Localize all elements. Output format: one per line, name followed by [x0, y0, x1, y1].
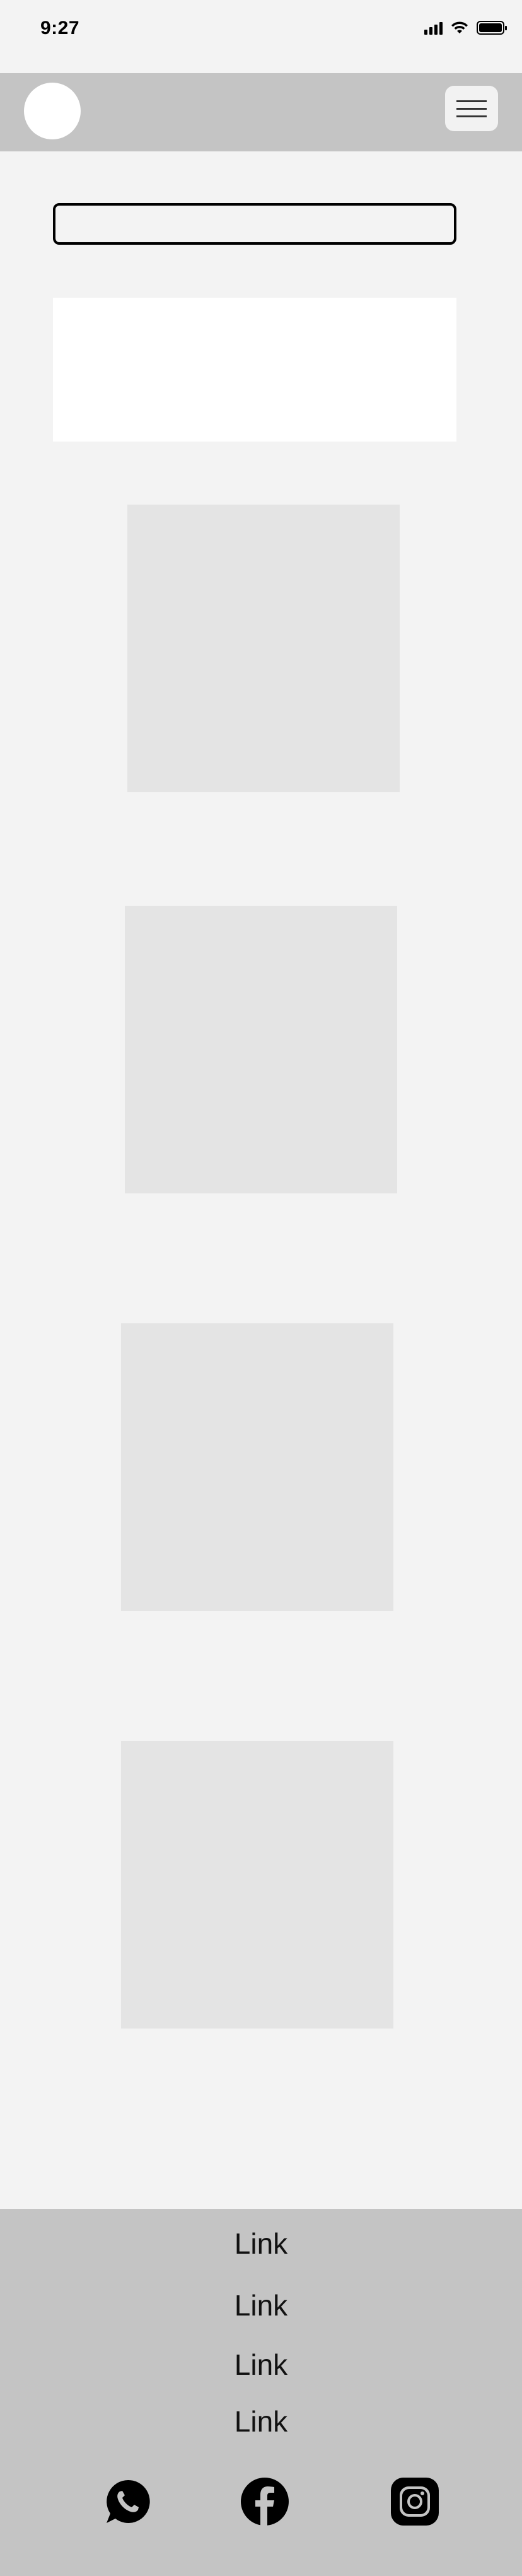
hamburger-menu-icon	[456, 100, 487, 102]
image-placeholder	[125, 906, 397, 1193]
status-icons	[424, 20, 507, 35]
header	[0, 73, 522, 151]
facebook-icon[interactable]	[240, 2476, 290, 2527]
image-placeholder	[121, 1323, 393, 1611]
banner	[53, 298, 456, 442]
footer-link[interactable]: Link	[0, 2227, 522, 2261]
footer-link[interactable]: Link	[0, 2288, 522, 2322]
battery-icon	[477, 21, 507, 35]
search-input[interactable]	[53, 203, 456, 245]
logo[interactable]	[24, 83, 81, 139]
image-placeholder	[121, 1741, 393, 2029]
instagram-icon[interactable]	[390, 2476, 440, 2527]
footer: Link Link Link Link	[0, 2209, 522, 2576]
wifi-icon	[451, 21, 468, 33]
footer-link[interactable]: Link	[0, 2404, 522, 2438]
status-bar: 9:27	[0, 0, 522, 73]
status-time: 9:27	[40, 18, 80, 38]
whatsapp-icon[interactable]	[103, 2476, 153, 2527]
image-placeholder	[127, 505, 400, 792]
hamburger-menu-button[interactable]	[445, 86, 498, 131]
signal-icon	[424, 21, 443, 35]
footer-link[interactable]: Link	[0, 2348, 522, 2382]
